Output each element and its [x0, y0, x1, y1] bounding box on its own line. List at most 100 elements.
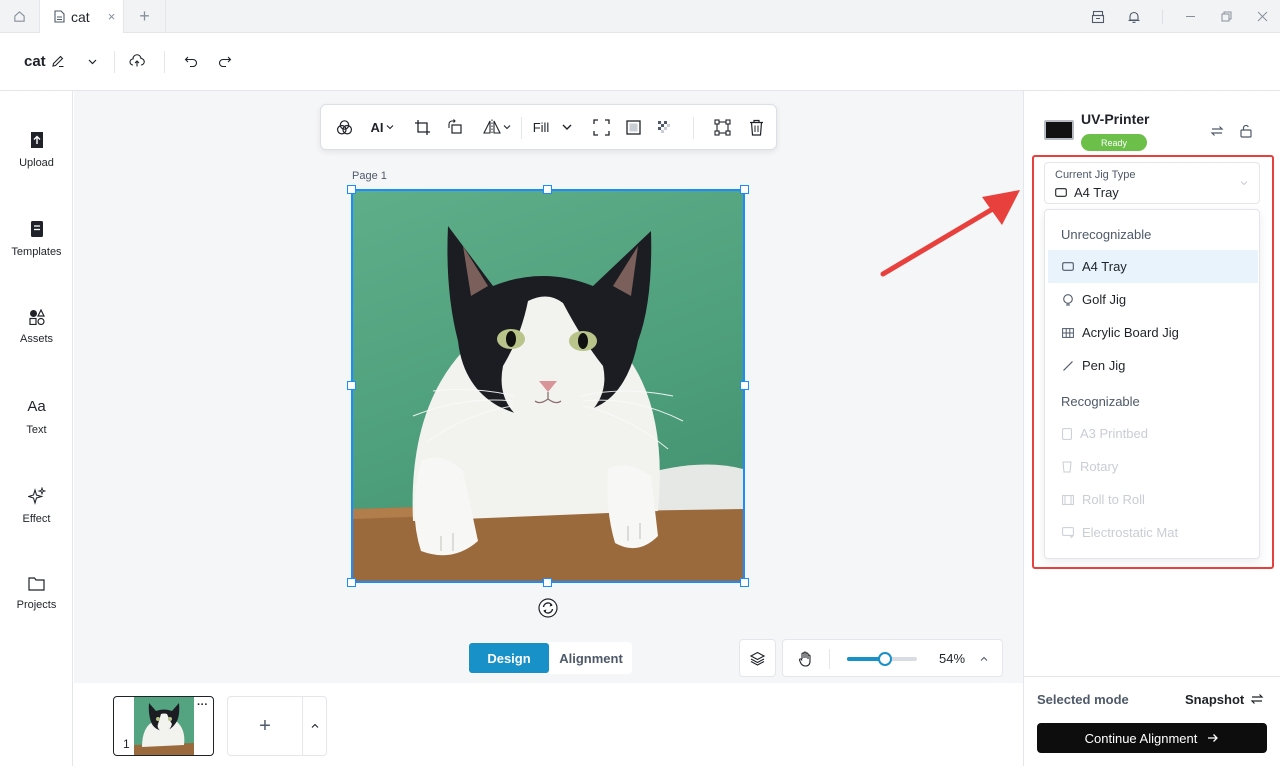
page-thumbnail[interactable]: 1 ···: [113, 696, 214, 756]
sidebar-item-label: Upload: [19, 157, 54, 169]
annotation-highlight-box: [1032, 155, 1274, 569]
image-toolbar: AI Fill: [320, 104, 777, 150]
rotate-button[interactable]: [442, 105, 468, 149]
toolbar-separator: [693, 117, 694, 139]
selected-mode-value: Snapshot: [1185, 692, 1245, 707]
status-badge: Ready: [1081, 134, 1147, 151]
redo-icon: [218, 56, 232, 67]
fill-mode-select[interactable]: Fill: [528, 105, 554, 149]
file-icon: [54, 10, 65, 23]
resize-handle[interactable]: [543, 185, 552, 194]
crop-button[interactable]: [409, 105, 435, 149]
annotation-arrow: [880, 190, 1020, 277]
undo-icon: [184, 56, 198, 67]
continue-alignment-label: Continue Alignment: [1084, 730, 1198, 746]
flip-button[interactable]: [479, 105, 515, 149]
design-mode-tab[interactable]: Design: [469, 643, 549, 673]
restore-icon: [1221, 11, 1231, 22]
sidebar-item-effect[interactable]: Effect: [0, 487, 73, 547]
zoom-slider[interactable]: [847, 652, 917, 666]
switch-mode-button[interactable]: [1248, 690, 1266, 708]
pan-tool-button[interactable]: [793, 648, 817, 670]
resize-handle[interactable]: [740, 381, 749, 390]
close-window-button[interactable]: [1244, 0, 1280, 33]
rename-button[interactable]: [46, 49, 70, 73]
sidebar-item-text[interactable]: Aa Text: [0, 398, 73, 458]
zoom-menu-button[interactable]: [975, 650, 993, 668]
delete-button[interactable]: [743, 105, 769, 149]
redo-button[interactable]: [213, 49, 237, 73]
disconnect-button[interactable]: [1237, 122, 1255, 140]
chevron-down-icon: [386, 125, 393, 130]
transform-button[interactable]: [709, 105, 735, 149]
page-more-icon[interactable]: ···: [197, 699, 208, 711]
resize-handle[interactable]: [347, 578, 356, 587]
alignment-mode-tab[interactable]: Alignment: [550, 642, 632, 674]
undo-button[interactable]: [179, 49, 203, 73]
switch-device-button[interactable]: [1208, 122, 1226, 140]
fill-label: Fill: [532, 119, 550, 135]
image-selection-frame[interactable]: [351, 189, 745, 583]
fill-dropdown-button[interactable]: [557, 105, 577, 149]
upload-icon: [30, 132, 43, 148]
page-number: 1: [123, 737, 130, 751]
new-tab-button[interactable]: +: [124, 0, 166, 33]
archive-icon: [1091, 10, 1105, 23]
zoom-slider-thumb[interactable]: [877, 652, 892, 666]
trash-icon: [749, 119, 763, 136]
resize-handle[interactable]: [543, 578, 552, 587]
chevron-down-icon: [503, 125, 511, 130]
editor-header: cat: [0, 33, 1280, 91]
header-separator: [114, 51, 115, 73]
resize-handle[interactable]: [740, 185, 749, 194]
collapse-pages-button[interactable]: [302, 696, 327, 756]
zoom-separator: [829, 649, 830, 669]
sidebar-item-templates[interactable]: Templates: [0, 220, 73, 280]
border-button[interactable]: [620, 105, 646, 149]
fit-frame-button[interactable]: [588, 105, 614, 149]
sidebar-item-label: Assets: [19, 333, 53, 345]
sidebar-item-assets[interactable]: Assets: [0, 309, 73, 369]
sidebar-item-upload[interactable]: Upload: [0, 131, 73, 191]
sidebar-item-label: Effect: [22, 513, 51, 525]
home-tab[interactable]: [0, 0, 40, 33]
cloud-save-button[interactable]: [125, 49, 149, 73]
swap-icon: [1210, 126, 1224, 136]
window-controls: [1080, 0, 1280, 33]
document-tab[interactable]: cat ×: [40, 0, 124, 33]
flip-icon: [483, 119, 501, 135]
header-separator: [164, 51, 165, 73]
notifications-button[interactable]: [1116, 0, 1152, 33]
ai-tools-button[interactable]: AI: [367, 105, 397, 149]
restore-button[interactable]: [1208, 0, 1244, 33]
chevron-up-icon: [980, 656, 988, 661]
cloud-upload-icon: [129, 54, 145, 67]
hand-icon: [798, 651, 811, 667]
zoom-bar: 54%: [782, 639, 1003, 677]
close-tab-icon[interactable]: ×: [108, 9, 116, 24]
rotate-circle-icon: [538, 598, 558, 618]
page-strip: [74, 683, 1023, 766]
resize-handle[interactable]: [347, 185, 356, 194]
resize-handle[interactable]: [347, 381, 356, 390]
rotate-handle[interactable]: [538, 598, 558, 618]
layers-button[interactable]: [739, 639, 776, 677]
sidebar-item-projects[interactable]: Projects: [0, 576, 73, 636]
zoom-level: 54%: [939, 651, 966, 666]
add-page-button[interactable]: +: [227, 696, 303, 756]
printer-queue-button[interactable]: [1080, 0, 1116, 33]
transform-icon: [713, 118, 731, 136]
device-name: UV-Printer: [1081, 111, 1150, 127]
ai-label: AI: [370, 119, 384, 135]
selected-mode-label: Selected mode: [1037, 692, 1129, 707]
continue-alignment-button[interactable]: Continue Alignment: [1037, 723, 1267, 753]
bell-icon: [1128, 11, 1140, 23]
document-menu-button[interactable]: [80, 49, 104, 73]
resize-handle[interactable]: [740, 578, 749, 587]
color-filter-button[interactable]: [329, 105, 359, 149]
unlock-icon: [1240, 124, 1252, 138]
checker-icon: [658, 121, 670, 133]
transparency-button[interactable]: [652, 105, 676, 149]
minimize-button[interactable]: [1172, 0, 1208, 33]
page-thumbnail-image: [134, 697, 194, 755]
